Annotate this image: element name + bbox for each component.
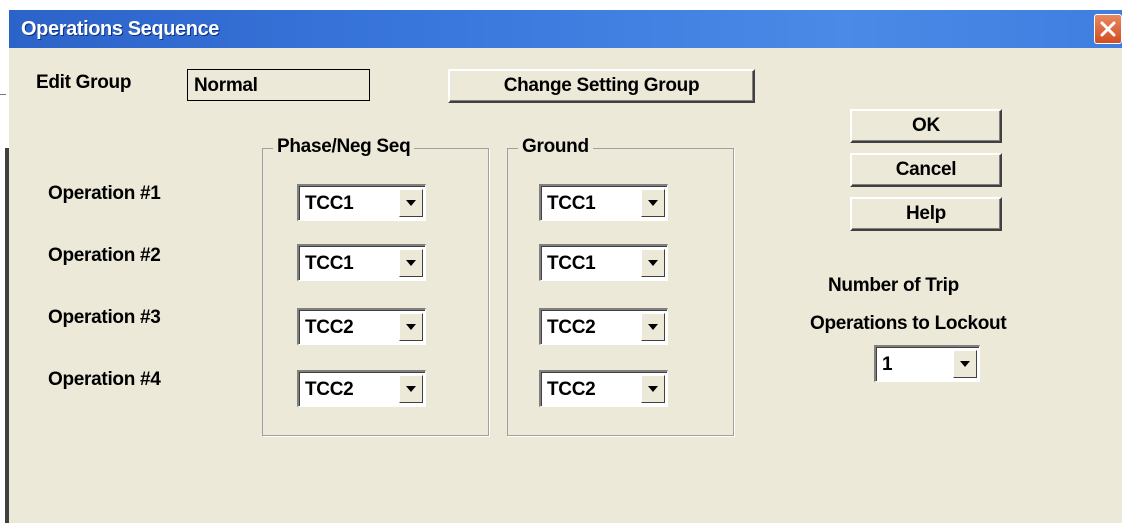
chevron-down-icon — [648, 200, 658, 206]
operation-2-ground-dropdown[interactable]: TCC1 — [539, 244, 668, 281]
chevron-down-icon — [648, 260, 658, 266]
dropdown-arrow-button[interactable] — [399, 375, 423, 403]
operation-2-phase-value: TCC1 — [305, 253, 354, 274]
lockout-label-line1: Number of Trip — [828, 275, 959, 296]
chevron-down-icon — [406, 324, 416, 330]
operation-4-label: Operation #4 — [48, 369, 161, 390]
operation-3-ground-dropdown[interactable]: TCC2 — [539, 308, 668, 345]
window-title: Operations Sequence — [21, 18, 220, 40]
operation-2-label: Operation #2 — [48, 245, 161, 266]
chevron-down-icon — [406, 386, 416, 392]
operation-4-ground-value: TCC2 — [547, 379, 596, 400]
close-button[interactable] — [1094, 14, 1122, 44]
operation-2-phase-dropdown[interactable]: TCC1 — [297, 244, 426, 281]
edit-group-value: Normal — [194, 75, 258, 96]
dropdown-arrow-button[interactable] — [641, 249, 665, 277]
chevron-down-icon — [406, 260, 416, 266]
operation-2-ground-value: TCC1 — [547, 253, 596, 274]
operation-4-phase-value: TCC2 — [305, 379, 354, 400]
help-button[interactable]: Help — [850, 197, 1002, 231]
dropdown-arrow-button[interactable] — [641, 375, 665, 403]
operation-3-phase-dropdown[interactable]: TCC2 — [297, 308, 426, 345]
edit-group-field: Normal — [187, 69, 370, 101]
chevron-down-icon — [648, 324, 658, 330]
dropdown-arrow-button[interactable] — [399, 313, 423, 341]
operation-1-label: Operation #1 — [48, 183, 161, 204]
background-window-edge — [0, 0, 9, 523]
operation-4-phase-dropdown[interactable]: TCC2 — [297, 370, 426, 407]
cancel-button[interactable]: Cancel — [850, 153, 1002, 187]
operation-1-phase-dropdown[interactable]: TCC1 — [297, 184, 426, 221]
operation-3-label: Operation #3 — [48, 307, 161, 328]
operations-sequence-dialog: Operations Sequence Edit Group Normal Ch… — [9, 10, 1122, 523]
operation-1-ground-dropdown[interactable]: TCC1 — [539, 184, 668, 221]
ok-button[interactable]: OK — [850, 109, 1002, 143]
lockout-label-line2: Operations to Lockout — [810, 313, 1007, 334]
title-bar[interactable]: Operations Sequence — [9, 10, 1122, 48]
edit-group-label: Edit Group — [36, 72, 132, 93]
operation-4-ground-dropdown[interactable]: TCC2 — [539, 370, 668, 407]
change-setting-group-button[interactable]: Change Setting Group — [448, 69, 755, 103]
chevron-down-icon — [648, 386, 658, 392]
phase-neg-seq-group-title: Phase/Neg Seq — [273, 136, 415, 158]
dropdown-arrow-button[interactable] — [399, 249, 423, 277]
background-divider — [0, 94, 6, 95]
ground-group-title: Ground — [518, 136, 593, 158]
chevron-down-icon — [960, 361, 970, 367]
trip-operations-value: 1 — [882, 354, 893, 375]
dropdown-arrow-button[interactable] — [953, 350, 977, 378]
close-icon — [1100, 21, 1116, 37]
trip-operations-dropdown[interactable]: 1 — [874, 345, 980, 382]
operation-1-ground-value: TCC1 — [547, 193, 596, 214]
operation-3-ground-value: TCC2 — [547, 317, 596, 338]
chevron-down-icon — [406, 200, 416, 206]
operation-3-phase-value: TCC2 — [305, 317, 354, 338]
dropdown-arrow-button[interactable] — [641, 189, 665, 217]
dropdown-arrow-button[interactable] — [399, 189, 423, 217]
operation-1-phase-value: TCC1 — [305, 193, 354, 214]
dropdown-arrow-button[interactable] — [641, 313, 665, 341]
